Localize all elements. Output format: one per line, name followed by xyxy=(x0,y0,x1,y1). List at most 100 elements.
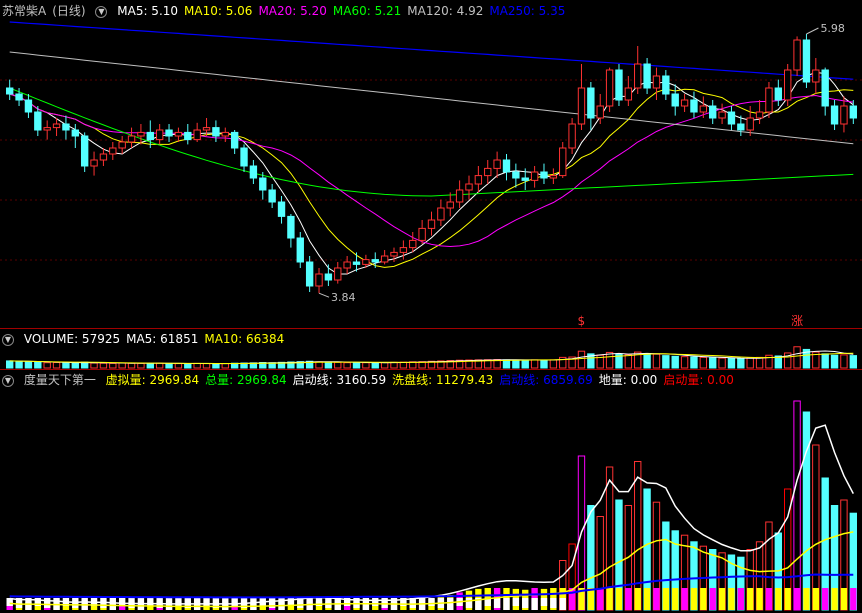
volume-bar xyxy=(24,361,33,369)
indicator-base-bar xyxy=(840,588,848,610)
candle-body xyxy=(605,69,614,107)
indicator-base-bar xyxy=(672,588,679,610)
candle-body xyxy=(709,105,717,119)
indicator-base-bar xyxy=(822,588,829,610)
volume-bar xyxy=(755,356,764,369)
candle-body xyxy=(62,123,70,131)
ma10-line xyxy=(9,88,854,268)
candle-body xyxy=(784,69,792,101)
candle-body xyxy=(305,261,314,287)
indicator-bar xyxy=(812,444,820,611)
volume-bar xyxy=(212,363,220,369)
volume-bar xyxy=(849,355,858,369)
candle-body xyxy=(521,177,529,181)
volume-bar xyxy=(146,363,154,369)
volume-bar xyxy=(840,354,848,369)
candle-body xyxy=(568,123,576,149)
candle-body xyxy=(399,247,408,253)
indicator-lowvol-bar xyxy=(203,598,210,606)
indicator-base-bar xyxy=(597,588,604,610)
indicator-base-bar xyxy=(728,588,735,610)
candle-body xyxy=(793,39,801,71)
candle-body xyxy=(287,215,295,239)
volume-bar xyxy=(34,361,42,369)
candle-body xyxy=(540,171,548,179)
candle-body xyxy=(727,111,736,125)
candle-body xyxy=(240,147,248,167)
volume-bar xyxy=(137,362,145,369)
volume-bar xyxy=(624,354,633,369)
candle-body xyxy=(680,99,689,107)
indicator-lowvol-bar xyxy=(147,598,154,606)
volume-bar xyxy=(165,362,173,369)
indicator-lowvol-bar xyxy=(43,598,51,608)
volume-bar xyxy=(671,355,679,369)
indicator-blue-line xyxy=(9,573,854,599)
volume-bar xyxy=(690,356,698,369)
volume-bar xyxy=(380,362,389,369)
candle-body xyxy=(446,201,454,209)
candle-body xyxy=(652,75,661,89)
volume-bar xyxy=(680,356,689,369)
volume-bar xyxy=(155,362,164,369)
indicator-lowvol-bar xyxy=(540,598,548,606)
indicator-lowvol-bar xyxy=(493,598,501,608)
candle-body xyxy=(371,259,379,263)
candle-body xyxy=(184,131,192,141)
candle-body xyxy=(812,69,820,83)
indicator-lowvol-bar xyxy=(118,598,126,606)
indicator-lowvol-bar xyxy=(428,598,435,606)
indicator-base-bar xyxy=(831,588,838,610)
indicator-lowvol-bar xyxy=(81,598,88,610)
candle-body xyxy=(718,111,726,119)
volume-bar xyxy=(324,361,333,369)
indicator-lowvol-bar xyxy=(278,598,285,610)
volume-bar xyxy=(662,355,670,369)
indicator-base-bar xyxy=(765,588,773,610)
high-price-label: 5.98 xyxy=(820,22,845,35)
indicator-base-bar xyxy=(737,588,745,610)
volume-bar xyxy=(184,363,192,369)
candle-body xyxy=(671,93,679,107)
candle-body xyxy=(502,159,511,173)
candle-body xyxy=(127,135,136,143)
volume-bar xyxy=(605,351,614,369)
candle-body xyxy=(587,87,595,119)
candle-body xyxy=(755,111,764,119)
indicator-lowvol-bar xyxy=(531,598,538,610)
volume-bar xyxy=(830,354,839,369)
candle-body xyxy=(418,227,426,241)
indicator-base-bar xyxy=(625,588,632,610)
candle-body xyxy=(624,87,633,101)
candle-body xyxy=(559,147,567,177)
volume-bar xyxy=(334,361,342,369)
volume-bar xyxy=(352,362,361,369)
candle-body xyxy=(324,273,333,281)
candle-body xyxy=(99,153,108,161)
indicator-base-bar xyxy=(718,588,726,610)
indicator-lowvol-bar xyxy=(72,598,79,608)
candle-body xyxy=(643,63,651,89)
indicator-base-bar xyxy=(587,588,595,610)
candle-body xyxy=(690,99,698,113)
indicator-lowvol-bar xyxy=(447,598,454,610)
volume-bar xyxy=(727,357,736,369)
indicator-lowvol-bar xyxy=(325,598,332,608)
volume-bar xyxy=(512,359,520,369)
candle-body xyxy=(221,131,229,137)
candle-body xyxy=(474,175,483,185)
candle-body xyxy=(380,255,389,263)
candle-body xyxy=(5,87,14,95)
candle-body xyxy=(746,117,754,131)
candle-body xyxy=(193,129,201,141)
candle-body xyxy=(296,237,304,263)
candle-body xyxy=(165,129,173,137)
candle-body xyxy=(849,105,858,119)
volume-bar xyxy=(399,361,408,369)
candle-body xyxy=(409,239,417,249)
indicator-base-bar xyxy=(653,588,660,610)
low-price-label: 3.84 xyxy=(331,291,356,304)
indicator-lowvol-bar xyxy=(503,598,510,610)
volume-bar xyxy=(202,363,211,369)
candle-body xyxy=(615,69,623,101)
